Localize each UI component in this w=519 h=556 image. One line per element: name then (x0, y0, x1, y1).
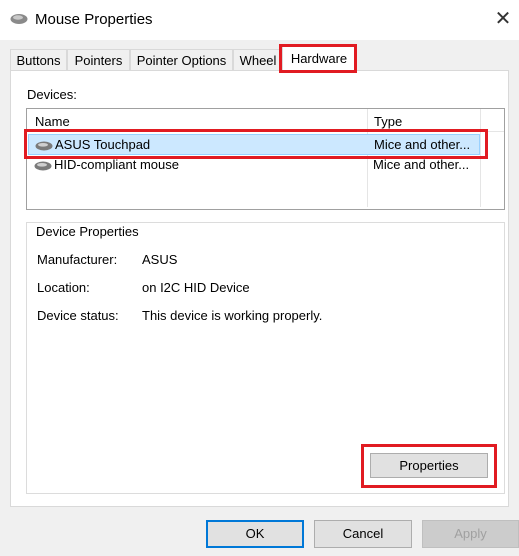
device-row-asus-touchpad[interactable]: ASUS Touchpad Mice and other... (28, 134, 480, 155)
tab-buttons[interactable]: Buttons (10, 49, 67, 71)
device-type: Mice and other... (374, 137, 471, 152)
device-properties-title: Device Properties (36, 224, 139, 239)
list-header: Name Type (27, 109, 504, 132)
devices-label: Devices: (27, 87, 77, 102)
devices-list[interactable]: Name Type ASUS Touchpad Mice and other..… (26, 108, 505, 210)
column-type-header[interactable]: Type (374, 114, 402, 129)
mouse-icon (35, 141, 53, 151)
column-name-header[interactable]: Name (35, 114, 70, 129)
properties-button[interactable]: Properties (370, 453, 488, 478)
location-value: on I2C HID Device (142, 280, 250, 295)
manufacturer-label: Manufacturer: (37, 252, 118, 267)
ok-button[interactable]: OK (206, 520, 304, 548)
mouse-icon (10, 14, 28, 24)
mouse-icon (34, 161, 52, 171)
window-title: Mouse Properties (35, 11, 153, 28)
column-separator (480, 109, 481, 207)
tab-pointers[interactable]: Pointers (67, 49, 130, 71)
tab-pointer-options[interactable]: Pointer Options (130, 49, 233, 71)
tab-hardware[interactable]: Hardware (282, 45, 356, 72)
device-name: HID-compliant mouse (54, 157, 179, 172)
location-label: Location: (37, 280, 90, 295)
apply-button[interactable]: Apply (422, 520, 519, 548)
close-button[interactable]: ✕ (490, 6, 516, 32)
device-row-hid-mouse[interactable]: HID-compliant mouse Mice and other... (28, 155, 480, 176)
device-type: Mice and other... (373, 157, 470, 172)
device-status-value: This device is working properly. (142, 308, 323, 323)
cancel-button[interactable]: Cancel (314, 520, 412, 548)
tab-wheel[interactable]: Wheel (233, 49, 283, 71)
device-status-label: Device status: (37, 308, 119, 323)
device-name: ASUS Touchpad (55, 137, 151, 152)
manufacturer-value: ASUS (142, 252, 178, 267)
